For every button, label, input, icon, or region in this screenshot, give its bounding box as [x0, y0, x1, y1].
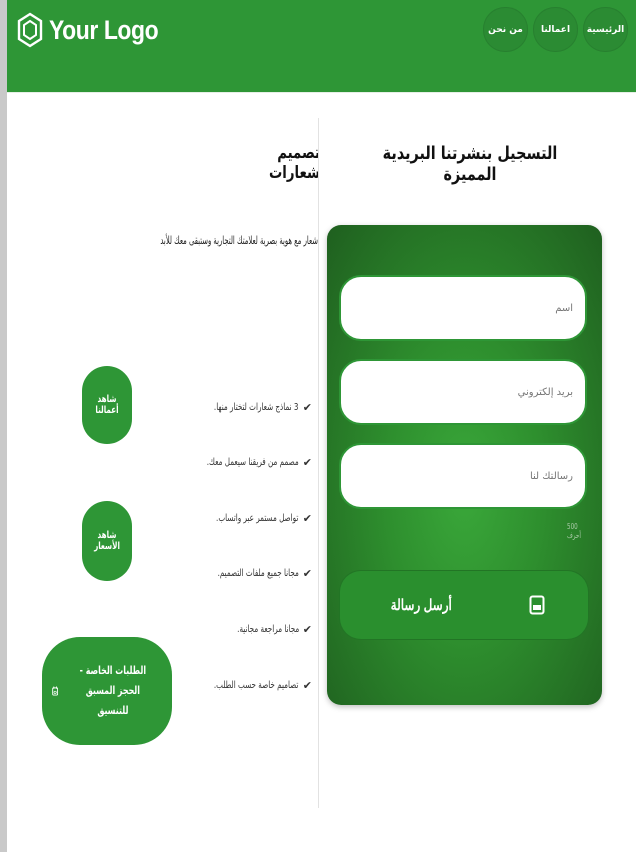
feature-item: ✔ 3 نماذج شعارات لتختار منها. [200, 401, 312, 414]
feature-text: تصاميم خاصة حسب الطلب. [214, 680, 299, 691]
nav-home[interactable]: الرئيسية [583, 7, 628, 52]
logo-text: Your Logo [49, 14, 159, 45]
column-divider [318, 118, 319, 808]
view-prices-label: شاهد الأسعار [94, 530, 120, 552]
hexagon-logo-icon [17, 12, 43, 48]
logo[interactable]: Your Logo [17, 12, 177, 48]
name-input[interactable] [339, 275, 587, 341]
document-icon [529, 595, 545, 615]
email-input[interactable] [339, 359, 587, 425]
checkmark-icon: ✔ [302, 512, 312, 525]
checkmark-icon: ✔ [302, 679, 312, 692]
feature-text: تواصل مستمر عبر واتساب. [216, 513, 299, 524]
main-nav: الرئيسية اعمالنا من نحن [483, 7, 628, 52]
feature-item: ✔ مجانا جميع ملفات التصميم. [200, 567, 312, 580]
nav-works[interactable]: اعمالنا [533, 7, 578, 52]
feature-item: ✔ مصمم من فريقنا سيعمل معك. [200, 456, 312, 469]
checkmark-icon: ✔ [302, 623, 312, 636]
feature-item: ✔ تصاميم خاصة حسب الطلب. [200, 679, 312, 692]
logo-design-title: تصميم شعارات [268, 143, 320, 183]
calendar-icon [52, 686, 59, 696]
window-left-edge [0, 0, 7, 852]
view-works-label: شاهد أعمالنا [95, 394, 119, 416]
feature-text: مصمم من فريقنا سيعمل معك. [206, 457, 299, 468]
newsletter-form: 500 أحرف أرسل رسالة [327, 225, 602, 705]
checkmark-icon: ✔ [302, 456, 312, 469]
nav-about[interactable]: من نحن [483, 7, 528, 52]
send-message-label: أرسل رسالة [390, 597, 452, 614]
message-char-limit: 500 أحرف [567, 522, 581, 540]
view-works-button[interactable]: شاهد أعمالنا [82, 366, 132, 444]
view-prices-button[interactable]: شاهد الأسعار [82, 501, 132, 581]
special-requests-label: الطلبات الخاصة - الحجز المسبق للتنسيق [79, 664, 147, 717]
feature-text: 3 نماذج شعارات لتختار منها. [214, 402, 299, 413]
feature-item: ✔ تواصل مستمر عبر واتساب. [200, 512, 312, 525]
checkmark-icon: ✔ [302, 401, 312, 414]
newsletter-title: التسجيل بنشرتنا البريدية المميزة [382, 143, 558, 185]
feature-text: مجانا مراجعة مجانية. [236, 624, 299, 635]
special-requests-button[interactable]: الطلبات الخاصة - الحجز المسبق للتنسيق [42, 637, 172, 745]
message-input[interactable] [339, 443, 587, 509]
send-message-button[interactable]: أرسل رسالة [339, 570, 589, 640]
checkmark-icon: ✔ [302, 567, 312, 580]
logo-design-subtitle: شعار مع هوية بصرية لعلامتك التجارية وستب… [160, 234, 318, 247]
site-header: Your Logo الرئيسية اعمالنا من نحن [7, 0, 636, 93]
feature-text: مجانا جميع ملفات التصميم. [217, 568, 299, 579]
feature-item: ✔ مجانا مراجعة مجانية. [200, 623, 312, 636]
